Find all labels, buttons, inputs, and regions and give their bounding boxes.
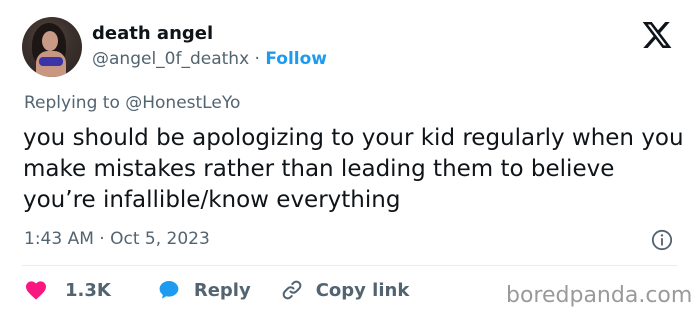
action-bar: 1.3K Reply Copy link bbox=[24, 276, 409, 304]
author-handle-row: @angel_0f_deathx · Follow bbox=[92, 46, 327, 72]
watermark: boredpanda.com bbox=[506, 283, 693, 308]
avatar-face bbox=[42, 31, 58, 51]
timestamp[interactable]: 1:43 AM · Oct 5, 2023 bbox=[24, 227, 210, 251]
author-name[interactable]: death angel bbox=[92, 21, 213, 47]
divider bbox=[22, 265, 677, 266]
info-icon[interactable] bbox=[651, 229, 673, 251]
avatar-clothing bbox=[39, 57, 63, 66]
avatar[interactable] bbox=[22, 17, 82, 77]
heart-icon bbox=[26, 281, 46, 300]
speech-bubble-icon bbox=[159, 281, 179, 299]
x-logo-icon[interactable] bbox=[641, 19, 673, 51]
tweet-text: you should be apologizing to your kid re… bbox=[23, 125, 684, 213]
copy-link-label: Copy link bbox=[315, 279, 410, 301]
copy-link-button[interactable]: Copy link bbox=[280, 278, 410, 302]
like-button[interactable]: 1.3K bbox=[24, 278, 111, 302]
author-handle[interactable]: @angel_0f_deathx bbox=[92, 49, 249, 69]
follow-button[interactable]: Follow bbox=[265, 49, 327, 69]
handle-separator: · bbox=[254, 49, 260, 69]
reply-button[interactable]: Reply bbox=[157, 278, 251, 302]
like-count: 1.3K bbox=[65, 279, 111, 301]
replying-to[interactable]: Replying to @HonestLeYo bbox=[24, 91, 240, 115]
link-icon bbox=[282, 280, 302, 300]
reply-label: Reply bbox=[193, 279, 251, 301]
